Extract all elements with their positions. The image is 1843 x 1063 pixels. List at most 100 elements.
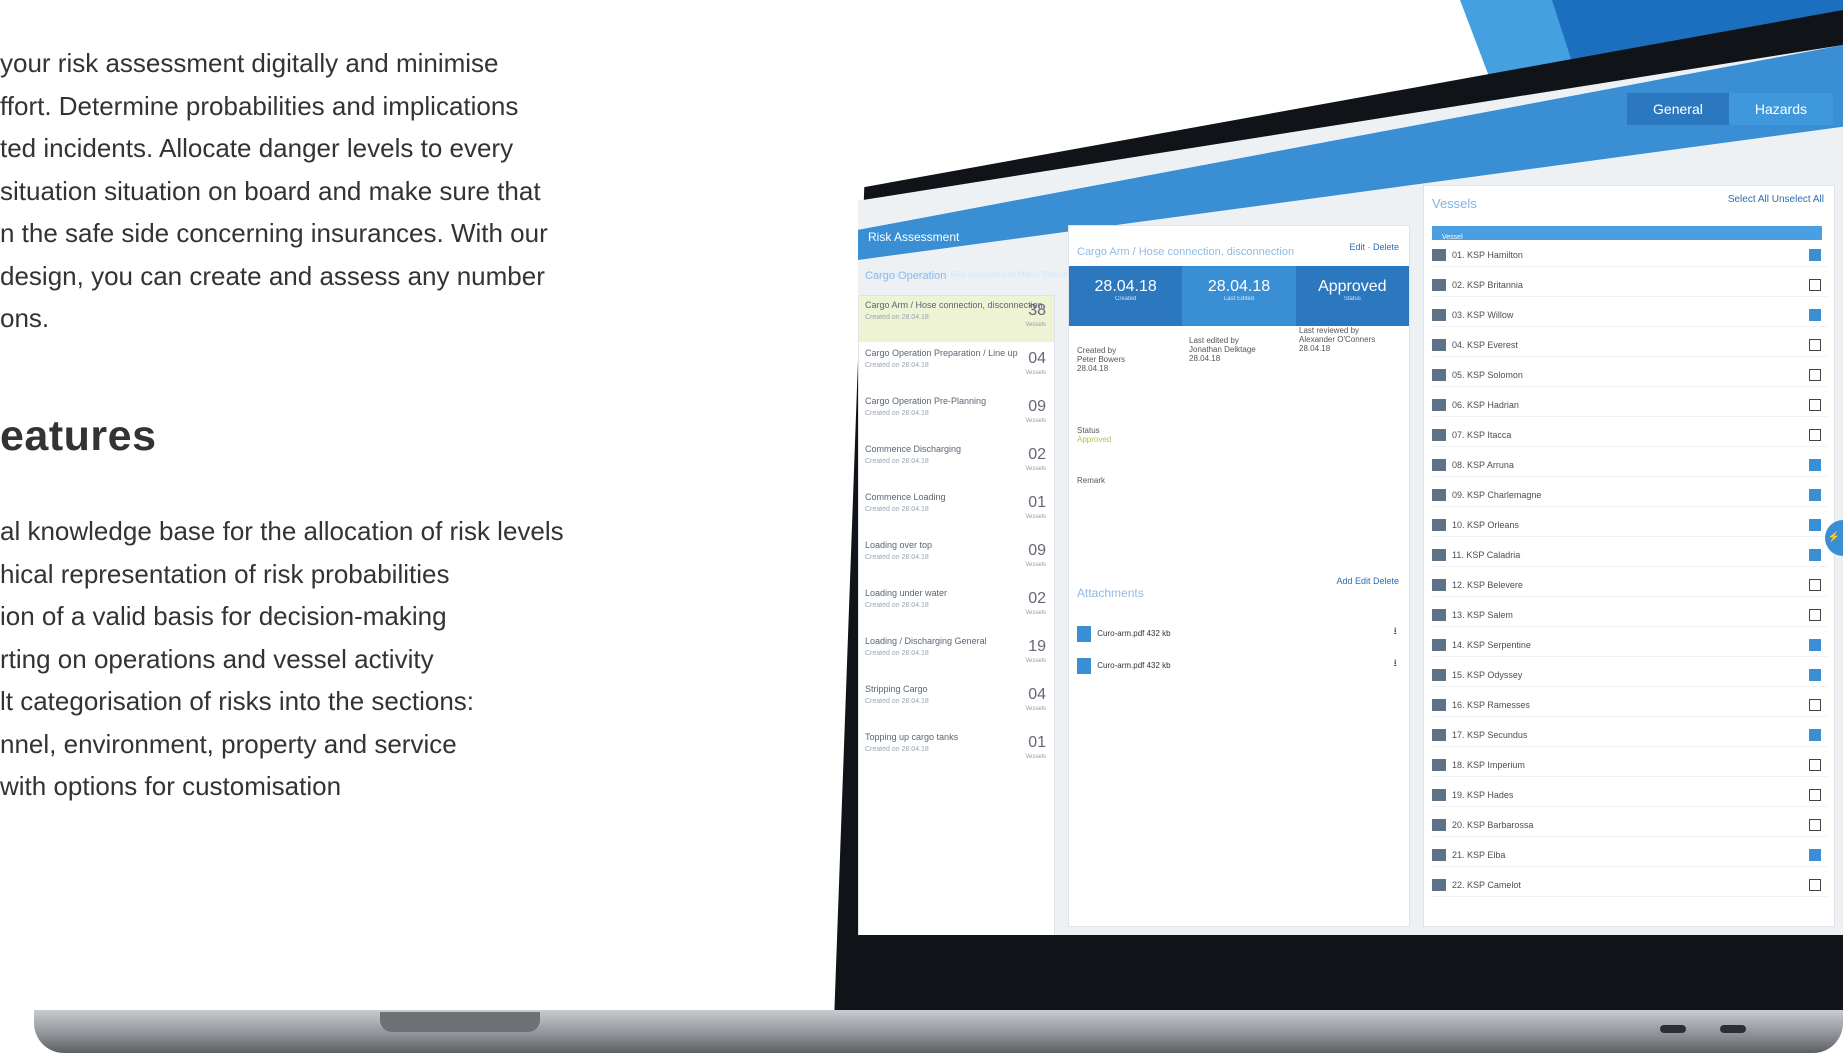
operation-list-item[interactable]: Cargo Operation Pre-Planning Created on 2… — [859, 392, 1054, 438]
meta-date: 28.04.18 — [1189, 354, 1221, 363]
vessel-checkbox[interactable] — [1809, 519, 1821, 531]
download-icon[interactable]: ⭳ — [1394, 656, 1398, 673]
vessel-row[interactable]: 21. KSP Elba — [1432, 846, 1827, 867]
vessel-checkbox[interactable] — [1809, 399, 1821, 411]
operation-title: Loading / Discharging General — [865, 636, 987, 646]
vessel-checkbox[interactable] — [1809, 879, 1821, 891]
stat-label: Status — [1343, 296, 1361, 302]
feature-item: nnel, environment, property and service — [0, 728, 457, 759]
vessel-checkbox[interactable] — [1809, 339, 1821, 351]
vessel-thumbnail — [1432, 789, 1446, 801]
vessel-row[interactable]: 06. KSP Hadrian — [1432, 396, 1827, 417]
status-field: Status Approved — [1077, 426, 1111, 444]
vessel-checkbox[interactable] — [1809, 369, 1821, 381]
operation-date: Created on 28.04.18 — [865, 506, 929, 513]
operation-title: Cargo Operation Pre-Planning — [865, 396, 987, 406]
vessel-row[interactable]: 13. KSP Salem — [1432, 606, 1827, 627]
vessel-row[interactable]: 17. KSP Secundus — [1432, 726, 1827, 747]
operation-list-item[interactable]: Loading over top Created on 28.04.18 09 Ves… — [859, 536, 1054, 582]
operation-unit: Vessels — [1025, 610, 1046, 616]
operation-list-item[interactable]: Cargo Arm / Hose connection, disconnecti… — [859, 296, 1054, 342]
vessel-row[interactable]: 20. KSP Barbarossa — [1432, 816, 1827, 837]
vessel-checkbox[interactable] — [1809, 429, 1821, 441]
vessel-checkbox[interactable] — [1809, 579, 1821, 591]
vessel-row[interactable]: 22. KSP Camelot — [1432, 876, 1827, 897]
vessel-row[interactable]: 11. KSP Caladria — [1432, 546, 1827, 567]
operation-list-item[interactable]: Cargo Operation Preparation / Line up Cre… — [859, 344, 1054, 390]
operation-list-item[interactable]: Commence Loading Created on 28.04.18 01 Ves… — [859, 488, 1054, 534]
vessel-name: 18. KSP Imperium — [1452, 760, 1525, 770]
stat-value: 28.04.18 — [1094, 278, 1157, 295]
vessel-thumbnail — [1432, 609, 1446, 621]
operation-title: Cargo Operation Preparation / Line up — [865, 348, 1018, 358]
remark-label: Remark — [1077, 476, 1106, 485]
vessel-row[interactable]: 18. KSP Imperium — [1432, 756, 1827, 777]
vessel-row[interactable]: 05. KSP Solomon — [1432, 366, 1827, 387]
vessel-checkbox[interactable] — [1809, 789, 1821, 801]
vessel-row[interactable]: 15. KSP Odyssey — [1432, 666, 1827, 687]
operation-unit: Vessels — [1025, 562, 1046, 568]
file-name: Curo-arm.pdf — [1097, 629, 1145, 639]
stat-value: 28.04.18 — [1207, 278, 1271, 295]
vessel-row[interactable]: 19. KSP Hades — [1432, 786, 1827, 807]
vessel-checkbox[interactable] — [1809, 639, 1821, 651]
vessel-name: 10. KSP Orleans — [1452, 520, 1519, 530]
vessel-name: 11. KSP Caladria — [1452, 550, 1521, 560]
feature-item: al knowledge base for the allocation of … — [0, 516, 564, 546]
vessel-name: 06. KSP Hadrian — [1452, 400, 1519, 410]
vessel-row[interactable]: 14. KSP Serpentine — [1432, 636, 1827, 657]
vessel-checkbox[interactable] — [1809, 609, 1821, 621]
stat-status: Approved Status — [1295, 266, 1409, 326]
vessel-row[interactable]: 04. KSP Everest — [1432, 336, 1827, 357]
vessel-checkbox[interactable] — [1809, 309, 1821, 321]
unselect-all-link[interactable]: Unselect All — [1772, 194, 1824, 205]
vessel-checkbox[interactable] — [1809, 819, 1821, 831]
port-icon — [1720, 1025, 1746, 1033]
vessel-checkbox[interactable] — [1809, 849, 1821, 861]
select-all-link[interactable]: Select All — [1728, 194, 1769, 205]
vessel-name: 17. KSP Secundus — [1452, 730, 1528, 740]
intro-line: n the safe side concerning insurances. W… — [0, 218, 548, 248]
operation-list-item[interactable]: Stripping Cargo Created on 28.04.18 04 Vess… — [859, 680, 1054, 726]
vessel-row[interactable]: 09. KSP Charlemagne — [1432, 486, 1827, 507]
attachments-title: Attachments — [1077, 586, 1144, 600]
vessel-checkbox[interactable] — [1809, 549, 1821, 561]
operation-list-item[interactable]: Topping up cargo tanks Created on 28.04.1… — [859, 728, 1054, 774]
vessel-row[interactable]: 08. KSP Arruna — [1432, 456, 1827, 477]
tab-hazards[interactable]: Hazards — [1728, 93, 1833, 125]
attachment-file[interactable]: Curo-arm.pdf 432 kb — [1077, 626, 1171, 642]
tab-general[interactable]: General — [1627, 93, 1729, 125]
attachment-actions[interactable]: Add Edit Delete — [1336, 576, 1399, 586]
vessel-checkbox[interactable] — [1809, 489, 1821, 501]
vessel-name: 21. KSP Elba — [1452, 850, 1506, 860]
vessel-checkbox[interactable] — [1809, 459, 1821, 471]
operation-count: 02 — [1028, 590, 1046, 607]
attachment-file[interactable]: Curo-arm.pdf 432 kb — [1077, 658, 1171, 674]
vessel-row[interactable]: 07. KSP Itacca — [1432, 426, 1827, 447]
port-icon — [1660, 1025, 1686, 1033]
edit-button[interactable]: Edit — [1349, 242, 1365, 252]
feature-item: ion of a valid basis for decision-making — [0, 601, 447, 631]
vessel-row[interactable]: 01. KSP Hamilton — [1432, 246, 1827, 267]
vessel-row[interactable]: 03. KSP Willow — [1432, 306, 1827, 327]
operation-list-item[interactable]: Loading under water Created on 28.04.18 02… — [859, 584, 1054, 630]
vessel-checkbox[interactable] — [1809, 249, 1821, 261]
vessel-checkbox[interactable] — [1809, 729, 1821, 741]
vessel-row[interactable]: 12. KSP Belevere — [1432, 576, 1827, 597]
vessel-checkbox[interactable] — [1809, 279, 1821, 291]
vessel-row[interactable]: 02. KSP Britannia — [1432, 276, 1827, 297]
operation-unit: Vessels — [1025, 706, 1046, 712]
vessel-name: 15. KSP Odyssey — [1452, 670, 1523, 680]
vessel-row[interactable]: 10. KSP Orleans — [1432, 516, 1827, 537]
vessel-checkbox[interactable] — [1809, 699, 1821, 711]
operation-list-item[interactable]: Commence Discharging Created on 28.04.18 0… — [859, 440, 1054, 486]
delete-button[interactable]: Delete — [1373, 242, 1399, 252]
operation-list-item[interactable]: Loading / Discharging General Created on … — [859, 632, 1054, 678]
vessel-row[interactable]: 16. KSP Ramesses — [1432, 696, 1827, 717]
vessel-checkbox[interactable] — [1809, 669, 1821, 681]
vessel-checkbox[interactable] — [1809, 759, 1821, 771]
intro-line: situation situation on board and make su… — [0, 175, 541, 206]
vessel-thumbnail — [1432, 729, 1446, 741]
download-icon[interactable]: ⭳ — [1394, 624, 1398, 641]
vessel-thumbnail — [1432, 849, 1446, 861]
